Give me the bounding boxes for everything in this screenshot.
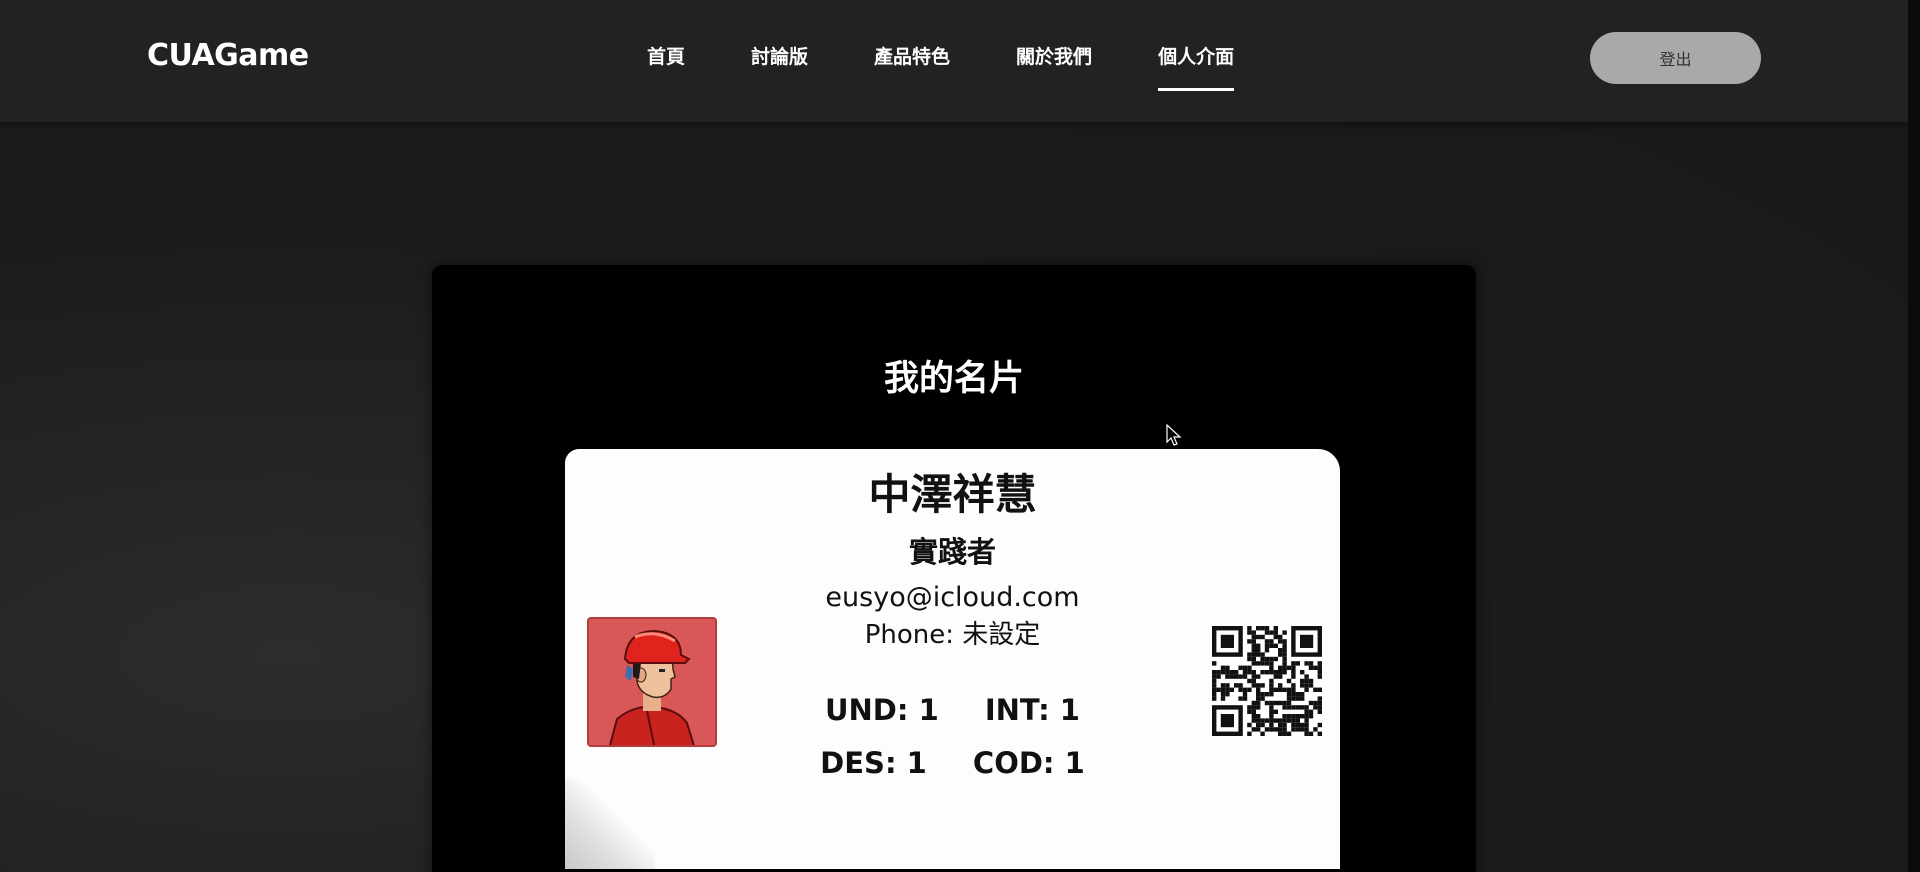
nav-about[interactable]: 關於我們 — [1016, 42, 1092, 69]
window-edge — [1908, 0, 1920, 872]
worker-avatar-icon — [587, 617, 717, 747]
stats-row-2: DES: 1 COD: 1 — [565, 746, 1340, 780]
card-email: eusyo@icloud.com — [825, 582, 1080, 613]
stat-und: UND: 1 — [824, 693, 939, 727]
site-logo[interactable]: CUAGame — [147, 38, 309, 73]
nav-forum[interactable]: 討論版 — [751, 42, 808, 69]
nav-features[interactable]: 產品特色 — [874, 42, 950, 69]
nav-home[interactable]: 首頁 — [647, 42, 685, 69]
qr-code-icon — [1212, 626, 1322, 736]
panel-title: 我的名片 — [883, 359, 1024, 399]
stat-int: INT: 1 — [984, 693, 1080, 727]
top-navbar: CUAGame 首頁 討論版 產品特色 關於我們 個人介面 登出 — [0, 0, 1908, 122]
mouse-pointer-icon — [1166, 424, 1182, 446]
nav-profile[interactable]: 個人介面 — [1158, 42, 1235, 91]
business-card: 中澤祥慧 實踐者 eusyo@icloud.com Phone: 未設定 UND… — [565, 449, 1340, 869]
stat-cod: COD: 1 — [972, 746, 1085, 780]
card-role: 實踐者 — [908, 535, 996, 569]
page: CUAGame 首頁 討論版 產品特色 關於我們 個人介面 登出 我的名片 中澤… — [0, 0, 1920, 872]
card-name: 中澤祥慧 — [868, 470, 1037, 519]
logout-button[interactable]: 登出 — [1590, 32, 1761, 84]
stat-des: DES: 1 — [820, 746, 927, 780]
card-page-curl — [565, 779, 655, 869]
main-nav: 首頁 討論版 產品特色 關於我們 個人介面 — [647, 42, 1300, 91]
